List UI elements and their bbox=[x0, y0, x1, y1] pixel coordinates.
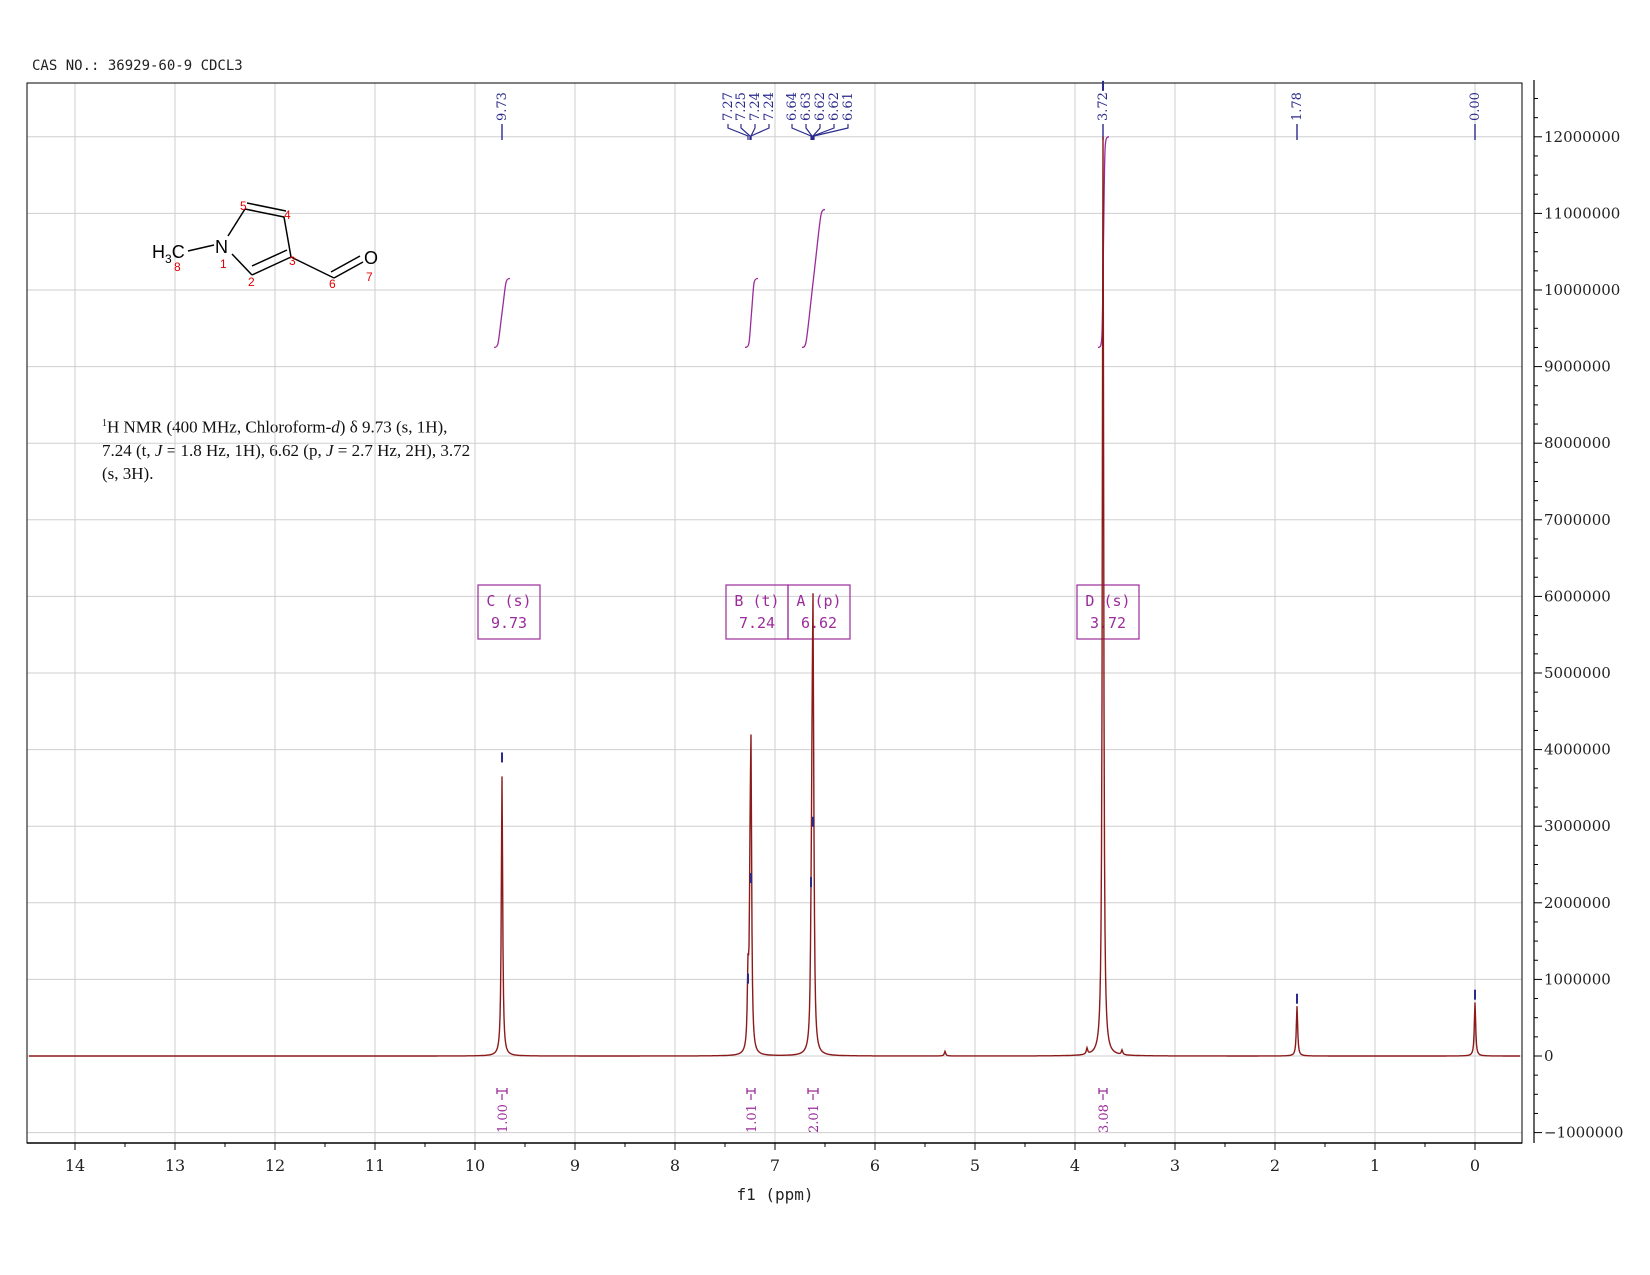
peak-leader bbox=[740, 124, 751, 140]
peak-label: 7.24 bbox=[762, 92, 777, 121]
x-tick-label: 2 bbox=[1270, 1156, 1280, 1175]
bond-c3-c2-double bbox=[251, 249, 288, 267]
y-tick-label: 9000000 bbox=[1544, 358, 1611, 376]
y-tick-label: 6000000 bbox=[1544, 587, 1611, 605]
peak-label: 9.73 bbox=[495, 92, 510, 121]
x-tick-label: 5 bbox=[970, 1156, 980, 1175]
atom-number-2: 2 bbox=[248, 275, 255, 289]
peak-label: 0.00 bbox=[1468, 92, 1483, 121]
integral-value: 2.01 bbox=[807, 1104, 822, 1133]
y-tick-label: 10000000 bbox=[1544, 281, 1620, 299]
y-tick-label: 4000000 bbox=[1544, 741, 1611, 759]
bond-c3-c2 bbox=[251, 256, 292, 276]
y-tick-label: 3000000 bbox=[1544, 817, 1611, 835]
peak-label: 7.25 bbox=[734, 92, 749, 121]
integral-curve bbox=[744, 277, 759, 349]
atom-o: O bbox=[364, 248, 378, 268]
atom-number-1: 1 bbox=[220, 257, 227, 271]
multiplet-shift: 3.72 bbox=[1090, 614, 1126, 632]
x-tick-label: 13 bbox=[165, 1156, 185, 1175]
y-tick-label: 5000000 bbox=[1544, 664, 1611, 682]
atom-number-5: 5 bbox=[240, 199, 247, 213]
atom-number-7: 7 bbox=[366, 270, 373, 284]
atom-number-3: 3 bbox=[289, 254, 296, 268]
atom-number-8: 8 bbox=[174, 260, 181, 274]
y-tick-label: 2000000 bbox=[1544, 894, 1611, 912]
integral-value: 1.01 bbox=[745, 1104, 760, 1133]
integral-value: 1.00 bbox=[496, 1104, 511, 1133]
bond-c3-c6 bbox=[290, 256, 335, 279]
y-axis: 1200000011000000100000009000000800000070… bbox=[1533, 80, 1623, 1143]
x-tick-label: 10 bbox=[465, 1156, 485, 1175]
x-tick-label: 12 bbox=[265, 1156, 285, 1175]
x-tick-label: 7 bbox=[770, 1156, 780, 1175]
peak-labels: 9.73 7.277.25 7.24 7.24 6.64 6.63 6.62 6.62 6.61… bbox=[495, 92, 1483, 140]
x-tick-label: 11 bbox=[365, 1156, 385, 1175]
peak-label: 6.63 bbox=[799, 92, 814, 121]
y-tick-label: 0 bbox=[1544, 1047, 1554, 1065]
bond-c6-o-double bbox=[330, 255, 361, 273]
x-axis: 14 13 12 11 10 9 8 7 6 5 4 3 2 1 0 bbox=[27, 1142, 1522, 1175]
chemical-structure: H3C N O 1 2 3 4 5 6 7 8 bbox=[152, 199, 378, 291]
atom-number-6: 6 bbox=[329, 277, 336, 291]
x-tick-label: 6 bbox=[870, 1156, 880, 1175]
multiplet-box: D (s) 3.72 bbox=[1076, 584, 1140, 640]
peak-label: 1.78 bbox=[1290, 92, 1305, 121]
grid-lines bbox=[27, 83, 1522, 1143]
x-tick-label: 14 bbox=[65, 1156, 85, 1175]
multiplet-shift: 6.62 bbox=[801, 614, 837, 632]
nmr-chart: H3C N O 1 2 3 4 5 6 7 8 C (s) 9.73 B (t) 7.… bbox=[26, 80, 1623, 1204]
peak-label: 3.72 bbox=[1096, 92, 1111, 121]
multiplet-name: D (s) bbox=[1085, 592, 1130, 610]
nmr-spectrum-page: CAS NO.: 36929-60-9 CDCL3 1H NMR (400 MH… bbox=[0, 0, 1650, 1275]
y-tick-label: −1000000 bbox=[1544, 1124, 1623, 1142]
peak-label: 6.64 bbox=[785, 92, 800, 121]
multiplet-name: C (s) bbox=[486, 592, 531, 610]
y-tick-label: 8000000 bbox=[1544, 434, 1611, 452]
peak-leader bbox=[791, 124, 812, 140]
peak-leader bbox=[813, 124, 849, 140]
multiplet-name: A (p) bbox=[796, 592, 841, 610]
multiplet-shift: 9.73 bbox=[491, 614, 527, 632]
peak-leader bbox=[750, 124, 770, 140]
peak-label: 6.62 bbox=[813, 92, 828, 121]
integral-curve bbox=[801, 208, 826, 349]
bond-c5-c4-double bbox=[246, 202, 287, 212]
x-tick-label: 8 bbox=[670, 1156, 680, 1175]
x-tick-label: 0 bbox=[1470, 1156, 1480, 1175]
x-tick-label: 1 bbox=[1370, 1156, 1380, 1175]
integral-value: 3.08 bbox=[1097, 1104, 1112, 1133]
atom-number-4: 4 bbox=[284, 208, 291, 222]
peak-label: 6.62 bbox=[827, 92, 842, 121]
x-axis-label: f1 (ppm) bbox=[736, 1185, 813, 1204]
integral-bracket bbox=[807, 1088, 819, 1094]
integral-bracket bbox=[496, 1088, 508, 1094]
bond-c6-o bbox=[333, 261, 364, 279]
multiplet-box: C (s) 9.73 bbox=[477, 584, 541, 640]
bond-c2-n bbox=[231, 253, 253, 276]
peak-label: 6.61 bbox=[841, 92, 856, 121]
y-tick-label: 1000000 bbox=[1544, 970, 1611, 988]
multiplet-shift: 7.24 bbox=[739, 614, 775, 632]
x-tick-label: 4 bbox=[1070, 1156, 1080, 1175]
integral-labels: 1.00 1.01 2.01 3.08 bbox=[496, 1088, 1112, 1133]
multiplet-name: B (t) bbox=[734, 592, 779, 610]
x-tick-label: 9 bbox=[570, 1156, 580, 1175]
atom-n: N bbox=[215, 237, 228, 257]
y-tick-label: 11000000 bbox=[1544, 204, 1620, 222]
peak-label: 7.24 bbox=[748, 92, 763, 121]
y-tick-label: 12000000 bbox=[1544, 128, 1620, 146]
bond-ch3-n bbox=[187, 244, 215, 252]
integral-bracket bbox=[1098, 1088, 1108, 1094]
integral-bracket bbox=[746, 1088, 756, 1094]
y-tick-label: 7000000 bbox=[1544, 511, 1611, 529]
multiplet-boxes: C (s) 9.73 B (t) 7.24 A (p) 6.62 D (s) 3.72 bbox=[477, 584, 1140, 640]
integral-curves bbox=[493, 136, 1110, 349]
peak-markers bbox=[501, 80, 1476, 1004]
x-tick-label: 3 bbox=[1170, 1156, 1180, 1175]
multiplet-box: B (t) 7.24 bbox=[725, 584, 789, 640]
integral-curve bbox=[493, 277, 511, 349]
multiplet-box: A (p) 6.62 bbox=[787, 584, 851, 640]
